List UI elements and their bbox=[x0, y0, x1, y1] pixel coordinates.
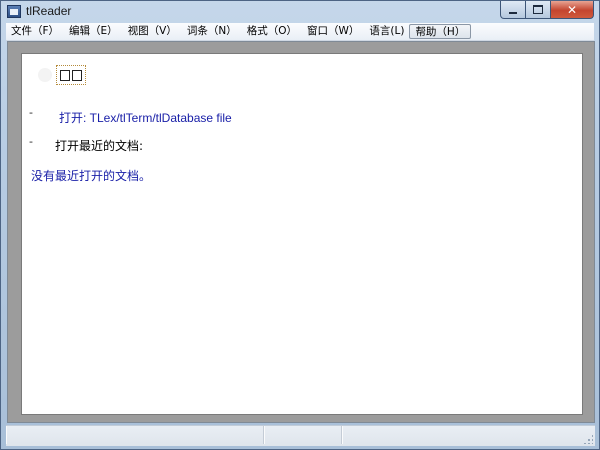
minimize-button[interactable] bbox=[500, 1, 526, 19]
menu-entry[interactable]: 词条（N） bbox=[182, 24, 242, 39]
status-pane-main bbox=[6, 426, 264, 444]
menu-edit[interactable]: 编辑（E） bbox=[64, 24, 123, 39]
recent-documents-heading: 打开最近的文档: bbox=[55, 139, 144, 153]
no-recent-documents-text: 没有最近打开的文档。 bbox=[31, 169, 152, 183]
close-button[interactable]: ✕ bbox=[551, 1, 594, 19]
menu-view[interactable]: 视图（V） bbox=[123, 24, 182, 39]
open-file-link[interactable]: 打开: TLex/tlTerm/tlDatabase file bbox=[59, 109, 232, 126]
missing-glyph-icon bbox=[60, 69, 70, 81]
maximize-button[interactable] bbox=[526, 1, 551, 19]
menu-window[interactable]: 窗口（W） bbox=[302, 24, 364, 39]
menu-help[interactable]: 帮助（H） bbox=[409, 24, 472, 39]
window-title: tlReader bbox=[26, 4, 72, 18]
title-bar[interactable]: tlReader ✕ bbox=[1, 1, 599, 23]
menu-format[interactable]: 格式（O） bbox=[242, 24, 302, 39]
menu-file[interactable]: 文件（F） bbox=[6, 24, 64, 39]
start-page: - 打开: TLex/tlTerm/tlDatabase file - 打开最近… bbox=[21, 53, 583, 415]
logo-placeholder-circle bbox=[38, 68, 52, 82]
document-area: - 打开: TLex/tlTerm/tlDatabase file - 打开最近… bbox=[7, 41, 595, 423]
menu-language[interactable]: 语言(L) bbox=[364, 24, 409, 39]
bullet-recent: - bbox=[29, 135, 33, 148]
status-pane-2 bbox=[264, 426, 342, 444]
maximize-icon bbox=[533, 5, 543, 14]
missing-glyph-icon bbox=[72, 69, 82, 81]
app-icon[interactable] bbox=[7, 5, 21, 18]
caption-buttons: ✕ bbox=[500, 1, 594, 20]
close-icon: ✕ bbox=[566, 2, 578, 17]
bullet-open: - bbox=[29, 106, 33, 119]
logo-image-placeholder bbox=[56, 65, 86, 85]
menu-bar: 文件（F） 编辑（E） 视图（V） 词条（N） 格式（O） 窗口（W） 语言(L… bbox=[6, 23, 594, 41]
status-bar bbox=[6, 425, 595, 446]
minimize-icon bbox=[509, 11, 517, 14]
app-window: tlReader ✕ 文件（F） 编辑（E） 视图（V） 词条（N） 格式（O）… bbox=[0, 0, 600, 450]
status-pane-3 bbox=[342, 426, 594, 444]
